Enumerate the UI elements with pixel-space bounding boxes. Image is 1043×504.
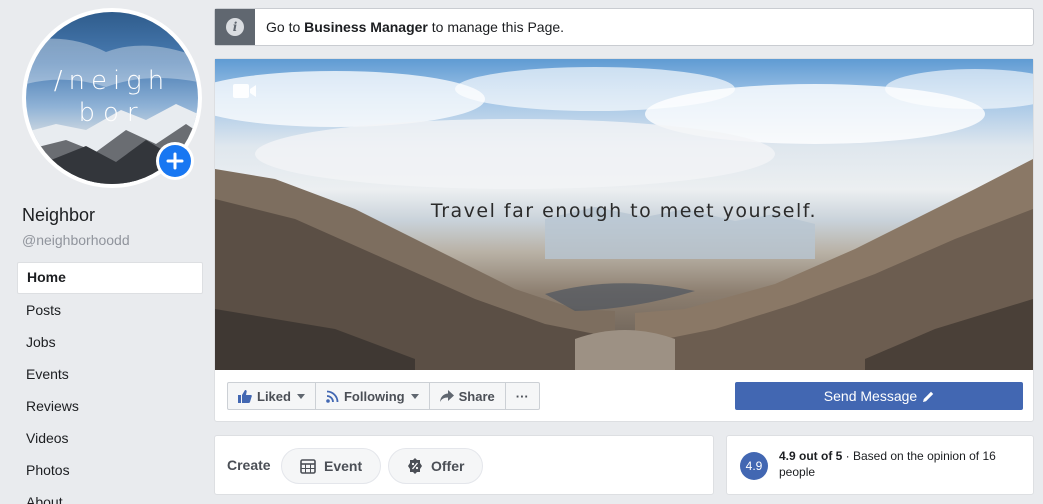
add-profile-photo-button[interactable] <box>156 142 194 180</box>
cover-quote: Travel far enough to meet yourself. <box>430 200 818 222</box>
liked-button[interactable]: Liked <box>227 382 316 410</box>
following-button[interactable]: Following <box>314 382 430 410</box>
page-handle[interactable]: @neighborhoodd <box>22 232 130 248</box>
calendar-icon <box>300 459 316 474</box>
send-message-label: Send Message <box>823 388 918 404</box>
rating-card[interactable]: 4.9 4.9 out of 5 · Based on the opinion … <box>726 435 1034 495</box>
nav-item-home[interactable]: Home <box>17 262 203 294</box>
page-name[interactable]: Neighbor <box>22 205 95 226</box>
info-icon-box: i <box>215 9 255 45</box>
nav-item-videos[interactable]: Videos <box>17 422 203 454</box>
banner-suffix: to manage this Page. <box>427 19 565 35</box>
page-action-bar: Liked Following Share ··· <box>227 382 540 410</box>
business-manager-link[interactable]: Business Manager <box>304 19 428 35</box>
create-label: Create <box>227 457 271 473</box>
pencil-icon <box>923 391 934 402</box>
nav-item-posts[interactable]: Posts <box>17 294 203 326</box>
plus-icon <box>159 145 191 177</box>
nav-item-reviews[interactable]: Reviews <box>17 390 203 422</box>
chevron-down-icon <box>296 393 305 399</box>
thumbs-up-icon <box>238 389 252 403</box>
rss-icon <box>326 390 339 403</box>
nav-item-jobs[interactable]: Jobs <box>17 326 203 358</box>
cover-card: Travel far enough to meet yourself. Like… <box>214 58 1034 422</box>
info-icon: i <box>226 18 244 36</box>
nav-item-photos[interactable]: Photos <box>17 454 203 486</box>
following-label: Following <box>343 388 405 404</box>
share-button[interactable]: Share <box>428 382 506 410</box>
nav-item-events[interactable]: Events <box>17 358 203 390</box>
rating-badge: 4.9 <box>740 452 768 480</box>
page-nav: Home Posts Jobs Events Reviews Videos Ph… <box>17 262 203 504</box>
left-column: /neigh bor Neighbor @neighborhoodd Home … <box>0 0 210 504</box>
share-arrow-icon <box>439 390 454 402</box>
rating-score: 4.9 out of 5 <box>779 449 843 463</box>
liked-label: Liked <box>257 388 291 404</box>
cover-video[interactable]: Travel far enough to meet yourself. <box>215 59 1033 370</box>
offer-tag-icon <box>408 458 422 474</box>
share-label: Share <box>458 388 495 404</box>
chevron-down-icon <box>410 393 419 399</box>
create-offer-button[interactable]: Offer <box>388 448 484 484</box>
avatar-text-line2: bor <box>78 98 146 128</box>
create-event-button[interactable]: Event <box>281 448 382 484</box>
event-label: Event <box>324 458 363 474</box>
offer-label: Offer <box>431 458 465 474</box>
avatar-text-line1: /neigh <box>53 66 171 96</box>
send-message-button[interactable]: Send Message <box>735 382 1023 410</box>
nav-item-about[interactable]: About <box>17 486 203 504</box>
banner-message: Go to Business Manager to manage this Pa… <box>255 9 564 45</box>
create-card: Create Event Offer <box>214 435 714 495</box>
rating-summary: 4.9 out of 5 · Based on the opinion of 1… <box>779 448 1024 480</box>
business-manager-banner: i Go to Business Manager to manage this … <box>214 8 1034 46</box>
more-dots-icon: ··· <box>515 388 529 404</box>
more-options-button[interactable]: ··· <box>504 382 540 410</box>
banner-prefix: Go to <box>266 19 305 35</box>
